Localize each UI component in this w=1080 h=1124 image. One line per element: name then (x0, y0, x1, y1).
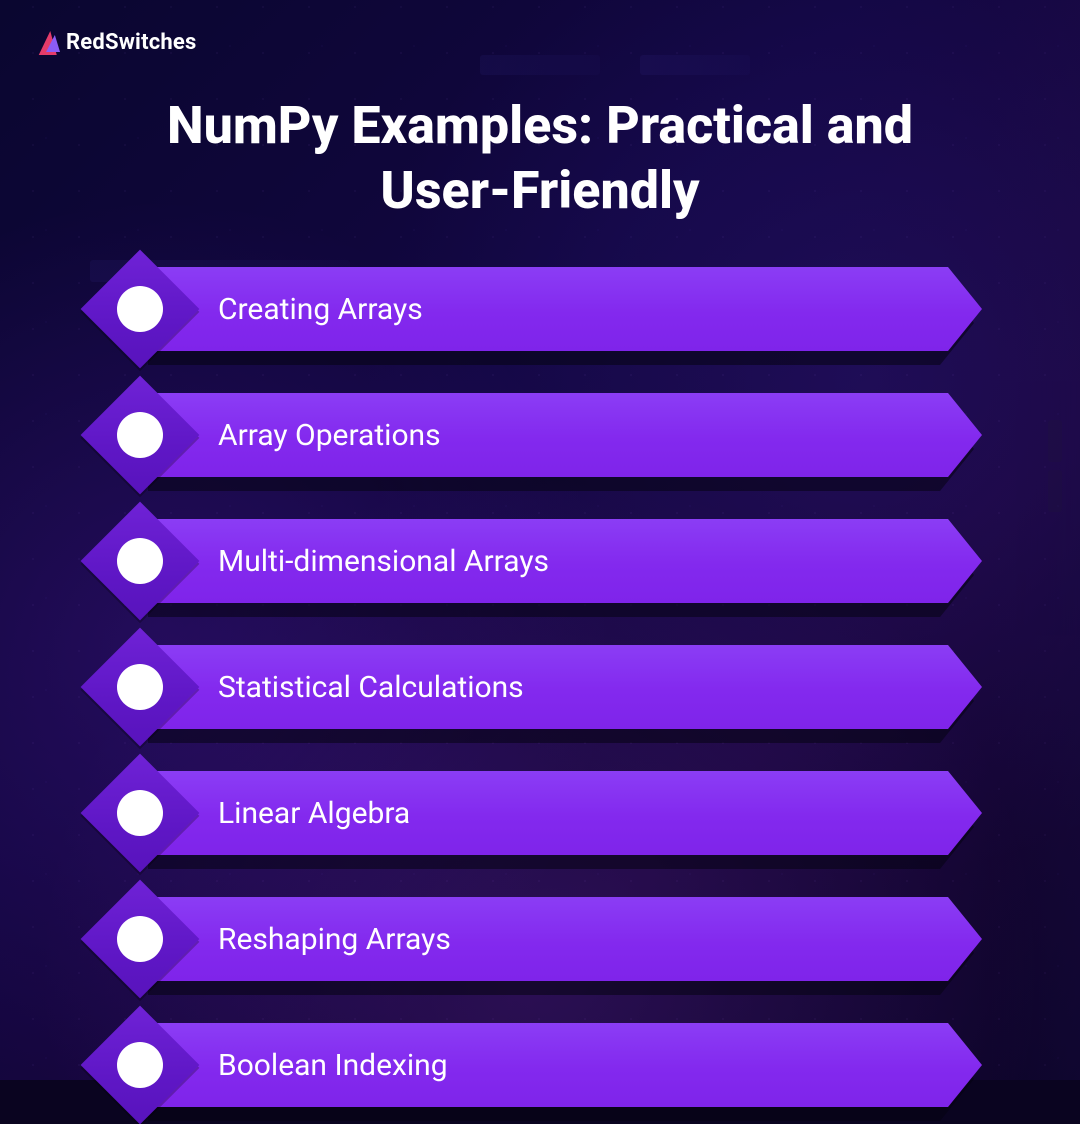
item-label: Reshaping Arrays (218, 897, 932, 981)
brand-name: RedSwitches (66, 30, 197, 55)
list-item: Multi-dimensional Arrays (98, 519, 982, 603)
item-label: Multi-dimensional Arrays (218, 519, 932, 603)
bullet-dot-icon (117, 790, 163, 836)
item-label: Creating Arrays (218, 267, 932, 351)
list-item: Creating Arrays (98, 267, 982, 351)
list-item: Statistical Calculations (98, 645, 982, 729)
bullet-dot-icon (117, 538, 163, 584)
page-title: NumPy Examples: Practical and User-Frien… (100, 93, 980, 223)
brand-logo: RedSwitches (40, 30, 1040, 55)
list-item: Boolean Indexing (98, 1023, 982, 1107)
item-label: Array Operations (218, 393, 932, 477)
topic-list: Creating Arrays Array Operations Multi-d… (40, 267, 1040, 1107)
bullet-dot-icon (117, 286, 163, 332)
list-item: Reshaping Arrays (98, 897, 982, 981)
list-item: Linear Algebra (98, 771, 982, 855)
bullet-dot-icon (117, 1042, 163, 1088)
bullet-dot-icon (117, 412, 163, 458)
bullet-dot-icon (117, 664, 163, 710)
item-label: Statistical Calculations (218, 645, 932, 729)
item-label: Boolean Indexing (218, 1023, 932, 1107)
bullet-dot-icon (117, 916, 163, 962)
item-label: Linear Algebra (218, 771, 932, 855)
list-item: Array Operations (98, 393, 982, 477)
logo-mark-icon (39, 31, 60, 55)
